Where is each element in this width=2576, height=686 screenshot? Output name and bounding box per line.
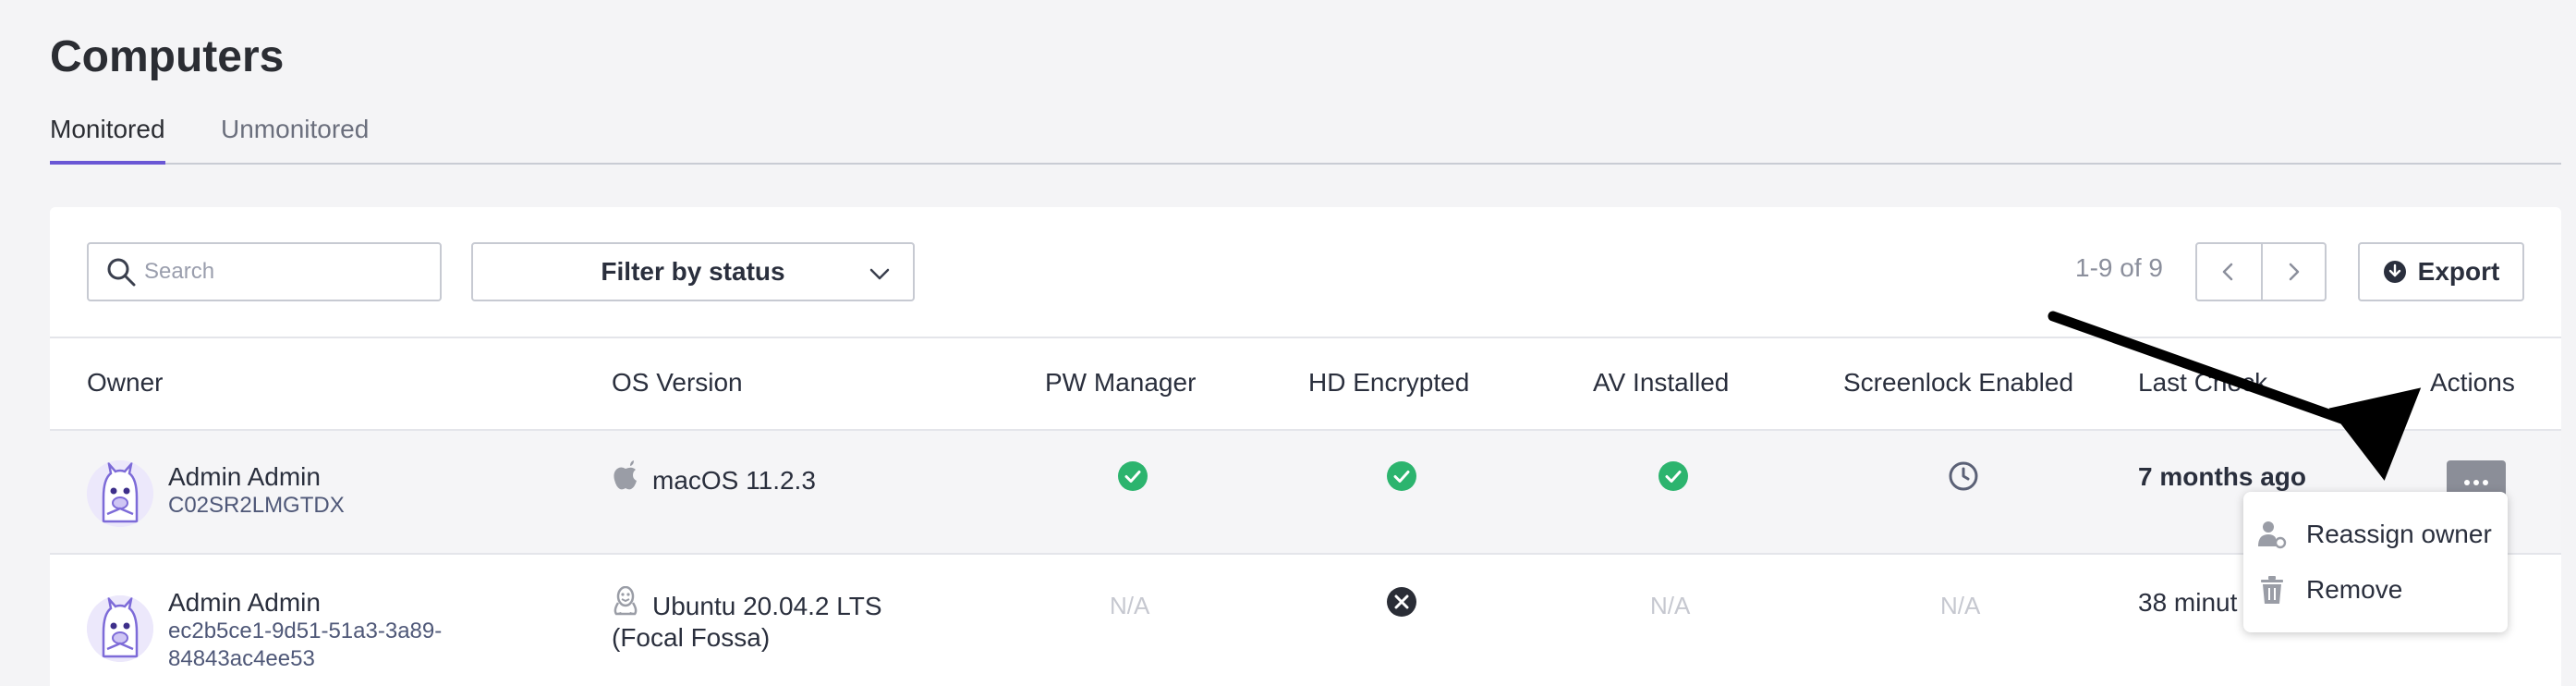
filter-status-select[interactable]: Filter by status [471, 242, 915, 301]
column-header-screenlock[interactable]: Screenlock Enabled [1843, 368, 2073, 398]
pagination-count: 1-9 of 9 [2075, 253, 2163, 282]
next-page-button[interactable] [2260, 244, 2325, 300]
table-header: Owner OS Version PW Manager HD Encrypted… [50, 337, 2561, 431]
linux-icon [614, 586, 638, 616]
tab-unmonitored[interactable]: Unmonitored [221, 115, 369, 157]
search-icon [107, 258, 136, 287]
user-reassign-icon [2258, 521, 2287, 549]
llama-avatar-icon [87, 595, 153, 662]
screenlock-na: N/A [1940, 592, 1981, 619]
more-icon-dot [2464, 480, 2470, 485]
column-header-owner[interactable]: Owner [87, 368, 163, 398]
os-version: Ubuntu 20.04.2 LTS [652, 592, 882, 620]
chevron-left-icon [2223, 263, 2233, 281]
last-check: 7 months ago [2138, 462, 2307, 491]
menu-item-label: Remove [2306, 575, 2403, 604]
more-icon-dot [2473, 480, 2479, 485]
device-serial-line1: ec2b5ce1-9d51-51a3-3a89- [168, 619, 443, 643]
chevron-right-icon [2290, 263, 2300, 281]
menu-item-label: Reassign owner [2306, 520, 2492, 548]
tab-bar: Monitored Unmonitored [50, 115, 2561, 165]
check-circle-icon [1659, 461, 1688, 491]
last-check: 38 minut [2138, 588, 2238, 617]
row-actions-menu: Reassign owner Remove [2243, 492, 2508, 632]
check-circle-icon [1387, 461, 1416, 491]
tab-monitored[interactable]: Monitored [50, 115, 165, 165]
column-header-av-installed[interactable]: AV Installed [1593, 368, 1729, 398]
owner-name[interactable]: Admin Admin [168, 588, 321, 618]
download-icon [2383, 261, 2406, 283]
menu-item-remove[interactable]: Remove [2256, 566, 2498, 614]
os-version: macOS 11.2.3 [652, 466, 816, 495]
search-box[interactable] [87, 242, 442, 301]
menu-item-reassign-owner[interactable]: Reassign owner [2256, 510, 2498, 558]
export-label: Export [2417, 257, 2500, 286]
column-header-last-check[interactable]: Last Check [2138, 368, 2267, 398]
trash-icon [2261, 576, 2283, 604]
pw-manager-na: N/A [1110, 592, 1150, 619]
av-installed-na: N/A [1650, 592, 1691, 619]
search-input[interactable] [144, 259, 421, 285]
column-header-pw-manager[interactable]: PW Manager [1045, 368, 1196, 398]
table-row[interactable]: Admin Admin ec2b5ce1-9d51-51a3-3a89- 848… [50, 555, 2561, 686]
column-header-os-version[interactable]: OS Version [612, 368, 743, 398]
more-icon-dot [2483, 480, 2488, 485]
page-title: Computers [50, 32, 285, 81]
column-header-hd-encrypted[interactable]: HD Encrypted [1308, 368, 1469, 398]
x-circle-icon [1387, 587, 1416, 617]
export-button[interactable]: Export [2358, 242, 2524, 301]
device-serial-line2: 84843ac4ee53 [168, 646, 315, 671]
owner-name[interactable]: Admin Admin [168, 462, 321, 492]
prev-page-button[interactable] [2197, 244, 2261, 300]
device-serial: C02SR2LMGTDX [168, 493, 345, 518]
computers-card: Filter by status 1-9 of 9 Export Owner O… [50, 207, 2561, 686]
clock-icon [1949, 461, 1978, 491]
filter-status-label: Filter by status [601, 257, 785, 286]
pager [2195, 242, 2327, 301]
check-circle-icon [1118, 461, 1148, 491]
chevron-down-icon [869, 268, 890, 280]
llama-avatar-icon [87, 460, 153, 527]
avatar [87, 595, 153, 662]
table-row[interactable]: Admin Admin C02SR2LMGTDX macOS 11.2.3 7 … [50, 431, 2561, 555]
avatar [87, 460, 153, 527]
apple-icon [614, 460, 637, 490]
os-version-codename: (Focal Fossa) [612, 623, 771, 652]
column-header-actions: Actions [2430, 368, 2515, 397]
